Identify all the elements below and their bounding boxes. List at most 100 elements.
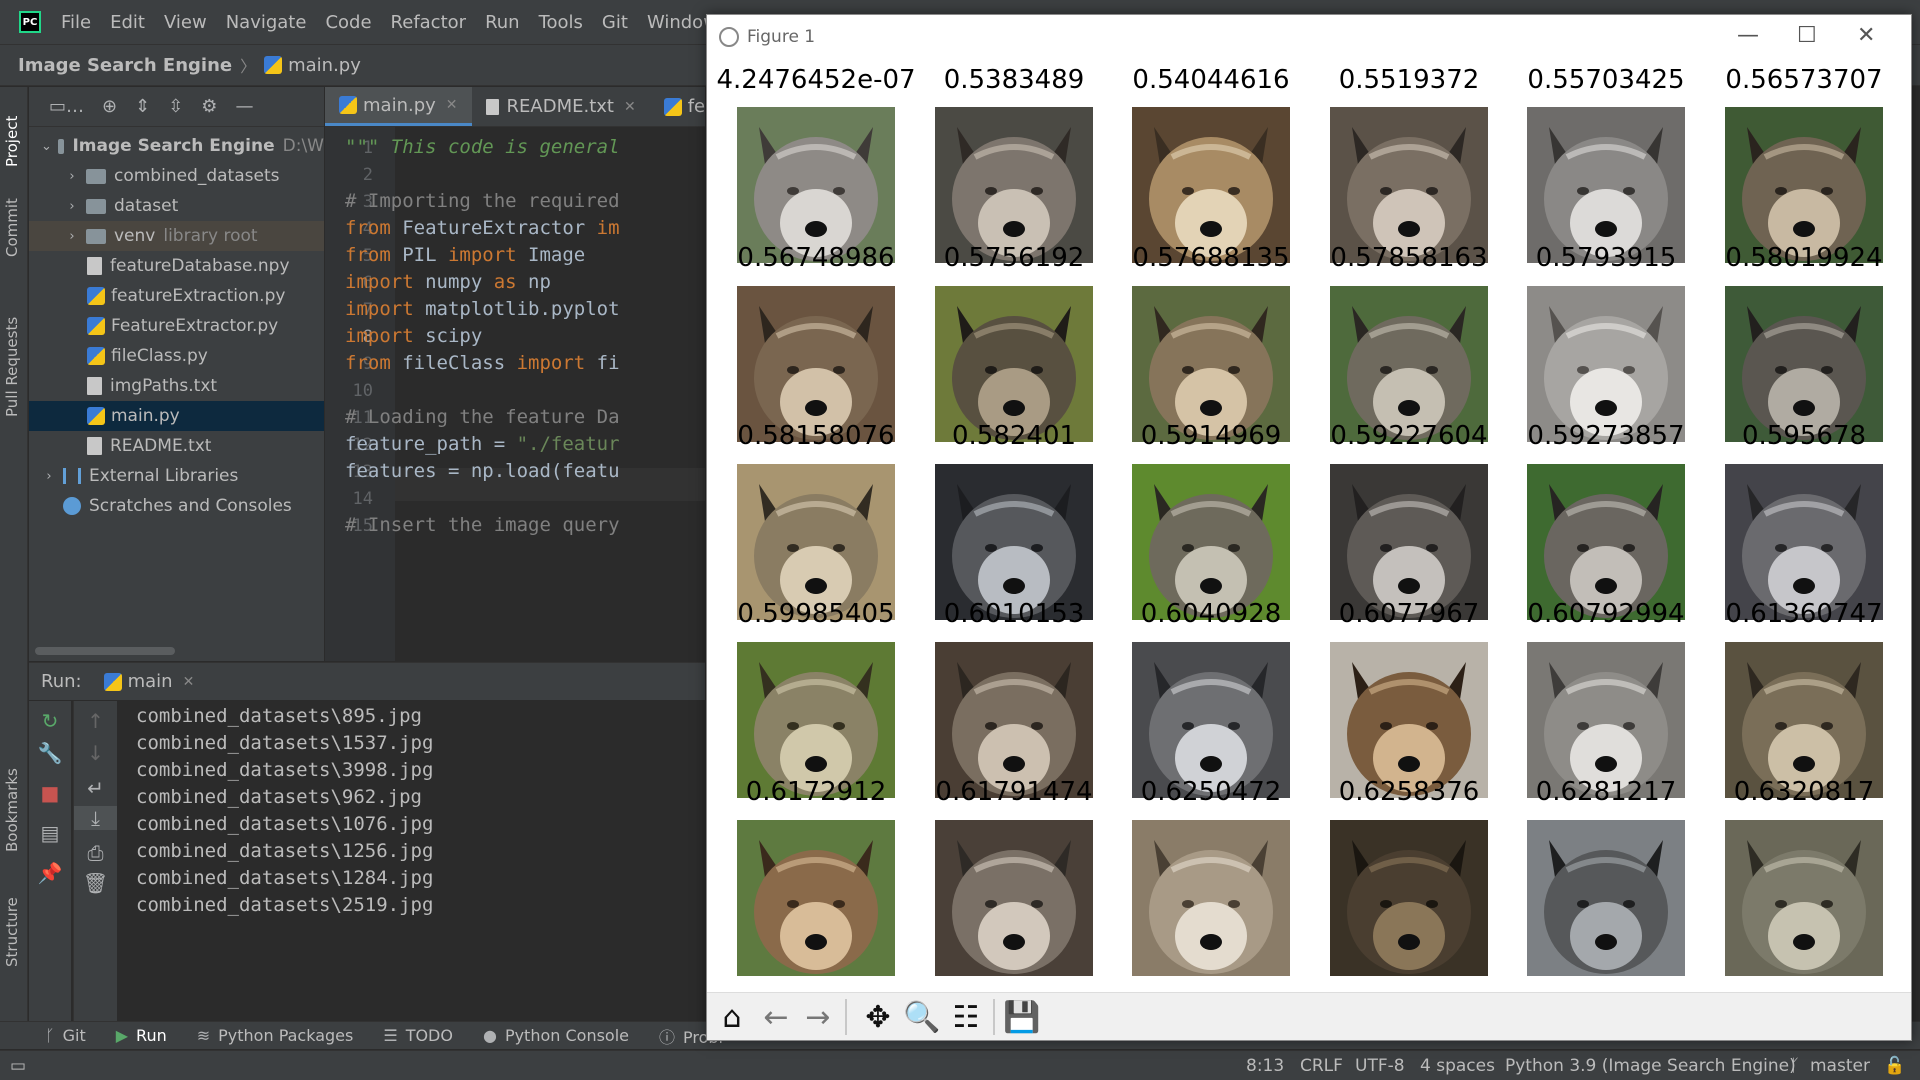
menu-view[interactable]: View [164, 12, 207, 33]
chevron-right-icon: 〉 [240, 57, 257, 76]
figure-canvas[interactable]: 4.2476452e-07 0.5383489 0.54044616 0.551… [707, 59, 1911, 992]
line-separator[interactable]: CRLF [1300, 1056, 1343, 1076]
tree-item[interactable]: Scratches and Consoles [29, 491, 324, 521]
expand-all-icon[interactable]: ⇕ [135, 96, 150, 117]
chevron-right-icon[interactable]: › [41, 469, 57, 484]
bottom-tab-todo[interactable]: ☰ TODO [383, 1026, 453, 1045]
tree-item[interactable]: ⌄ Image Search Engine D:\W [29, 131, 324, 161]
tree-item[interactable]: featureDatabase.npy [29, 251, 324, 281]
gear-icon[interactable]: ⚙ [201, 96, 217, 117]
tab-main-py[interactable]: main.py ✕ [325, 87, 472, 126]
locate-icon[interactable]: ⊕ [102, 96, 117, 117]
wolf-result-image [1132, 464, 1290, 620]
menu-edit[interactable]: Edit [110, 12, 145, 33]
chevron-right-icon[interactable]: › [64, 199, 80, 214]
wrench-icon[interactable]: 🔧 [29, 741, 71, 765]
menu-code[interactable]: Code [325, 12, 371, 33]
tab-readme[interactable]: README.txt ✕ [472, 87, 650, 126]
code-token: import [345, 298, 426, 320]
bottom-tab-git[interactable]: ᚴ Git [45, 1026, 86, 1045]
file-encoding[interactable]: UTF-8 [1355, 1056, 1405, 1076]
menu-run[interactable]: Run [485, 12, 520, 33]
tree-item[interactable]: › venv library root [29, 221, 324, 251]
run-panel-header: Run: main ✕ [29, 662, 705, 700]
menu-tools[interactable]: Tools [539, 12, 583, 33]
bottom-tab-run[interactable]: ▶ Run [116, 1026, 167, 1045]
run-tab-main[interactable]: main ✕ [103, 671, 195, 692]
rerun-icon[interactable]: ↻ [29, 709, 71, 733]
wolf-result-image [935, 820, 1093, 976]
code-line: from PIL import Image [345, 244, 585, 266]
similarity-score: 0.61360747 [1725, 599, 1883, 629]
output-line: combined_datasets\895.jpg [136, 705, 422, 727]
menu-git[interactable]: Git [602, 12, 628, 33]
code-token: matplotlib.pyplot [425, 298, 620, 320]
tree-item[interactable]: featureExtraction.py [29, 281, 324, 311]
tree-item[interactable]: › External Libraries [29, 461, 324, 491]
menu-refactor[interactable]: Refactor [391, 12, 467, 33]
menu-navigate[interactable]: Navigate [226, 12, 307, 33]
home-icon[interactable]: ⌂ [713, 997, 751, 1037]
chevron-right-icon[interactable]: › [64, 229, 80, 244]
project-view-icon[interactable]: ▭… [49, 96, 84, 117]
zoom-icon[interactable]: 🔍 [903, 997, 941, 1037]
forward-icon[interactable]: → [799, 997, 837, 1037]
minimize-icon[interactable]: — [1737, 23, 1759, 48]
tree-item[interactable]: README.txt [29, 431, 324, 461]
panel-toggle-icon[interactable]: ▭ [10, 1056, 26, 1076]
tool-tab-structure[interactable]: Structure [3, 897, 21, 967]
tool-tab-bookmarks[interactable]: Bookmarks [3, 768, 21, 852]
chevron-right-icon[interactable]: › [64, 169, 80, 184]
python-file-icon [87, 287, 105, 305]
tree-item[interactable]: fileClass.py [29, 341, 324, 371]
back-icon[interactable]: ← [757, 997, 795, 1037]
close-icon[interactable]: ✕ [446, 97, 458, 113]
tree-item[interactable]: FeatureExtractor.py [29, 311, 324, 341]
tool-tab-project[interactable]: Project [3, 116, 21, 167]
run-output[interactable]: combined_datasets\895.jpg combined_datase… [118, 701, 705, 1021]
wolf-thumbnail-art [1132, 642, 1290, 798]
code-token: from [345, 352, 403, 374]
tool-tab-commit[interactable]: Commit [3, 198, 21, 257]
tree-item[interactable]: › combined_datasets [29, 161, 324, 191]
similarity-score: 0.58019924 [1725, 243, 1883, 273]
tree-item-label: External Libraries [89, 466, 239, 486]
tree-item[interactable]: main.py [29, 401, 324, 431]
save-icon[interactable]: 💾 [1003, 997, 1041, 1037]
tool-tab-pull-requests[interactable]: Pull Requests [3, 317, 21, 417]
maximize-icon[interactable]: ☐ [1797, 23, 1817, 48]
breadcrumb-file[interactable]: main.py [288, 55, 361, 76]
layout-icon[interactable]: ▤ [29, 821, 71, 845]
arrow-up-icon[interactable]: ↑ [74, 709, 117, 733]
horizontal-scrollbar[interactable] [35, 647, 175, 655]
lock-icon[interactable]: 🔓 [1884, 1056, 1905, 1076]
tree-item[interactable]: › dataset [29, 191, 324, 221]
breadcrumb-project[interactable]: Image Search Engine [18, 55, 232, 76]
chevron-down-icon[interactable]: ⌄ [41, 139, 52, 154]
pin-icon[interactable]: 📌 [29, 861, 71, 885]
print-icon[interactable]: ⎙ [74, 841, 117, 865]
scroll-to-end-icon[interactable]: ⤓ [74, 806, 117, 830]
close-icon[interactable]: ✕ [1857, 23, 1875, 48]
pan-icon[interactable]: ✥ [859, 997, 897, 1037]
configure-subplots-icon[interactable]: ☷ [947, 997, 985, 1037]
arrow-down-icon[interactable]: ↓ [74, 741, 117, 765]
tree-item[interactable]: imgPaths.txt [29, 371, 324, 401]
hide-icon[interactable]: — [235, 96, 253, 117]
stop-icon[interactable]: ■ [29, 781, 71, 805]
close-icon[interactable]: ✕ [183, 674, 195, 690]
similarity-score: 0.57688135 [1132, 243, 1290, 273]
python-interpreter[interactable]: Python 3.9 (Image Search Engine) [1505, 1056, 1796, 1076]
indent-setting[interactable]: 4 spaces [1420, 1056, 1495, 1076]
close-icon[interactable]: ✕ [624, 99, 636, 115]
wolf-thumbnail-art [1330, 107, 1488, 263]
git-branch[interactable]: master [1810, 1056, 1870, 1076]
trash-icon[interactable]: 🗑 [74, 871, 117, 895]
caret-position[interactable]: 8:13 [1246, 1056, 1284, 1076]
code-token: numpy [425, 271, 494, 293]
menu-file[interactable]: File [61, 12, 91, 33]
bottom-tab-python-packages[interactable]: ≋ Python Packages [197, 1026, 354, 1045]
soft-wrap-icon[interactable]: ↵ [74, 776, 117, 800]
bottom-tab-python-console[interactable]: ● Python Console [483, 1026, 629, 1045]
collapse-all-icon[interactable]: ⇳ [168, 96, 183, 117]
